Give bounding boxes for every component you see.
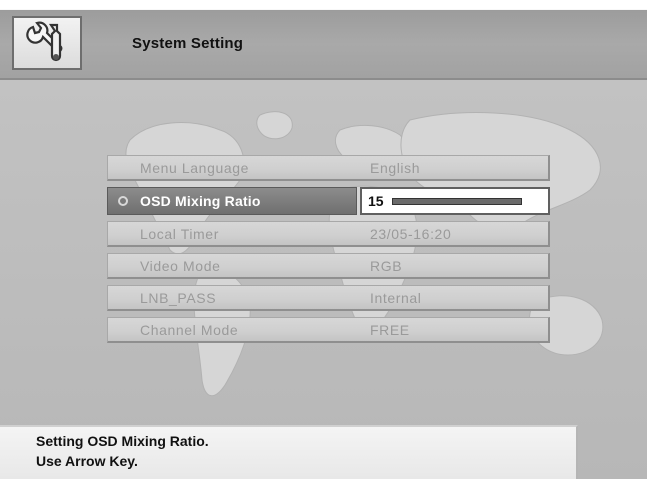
menu-value: Internal bbox=[370, 290, 422, 306]
header: System Setting bbox=[0, 0, 647, 80]
menu-label: Menu Language bbox=[140, 160, 249, 176]
menu-row-menu-language[interactable]: Menu Language English bbox=[107, 155, 550, 181]
header-bar bbox=[0, 10, 647, 80]
osd-ratio-bar-fill bbox=[393, 199, 521, 204]
page-title: System Setting bbox=[132, 35, 244, 52]
menu-value: RGB bbox=[370, 258, 403, 274]
menu-row-video-mode[interactable]: Video Mode RGB bbox=[107, 253, 550, 279]
menu-value: FREE bbox=[370, 322, 410, 338]
menu-row-lnb-pass[interactable]: LNB_PASS Internal bbox=[107, 285, 550, 311]
status-line-1: Setting OSD Mixing Ratio. bbox=[36, 433, 209, 449]
status-help-box: Setting OSD Mixing Ratio. Use Arrow Key. bbox=[0, 425, 578, 479]
menu-row-local-timer[interactable]: Local Timer 23/05-16:20 bbox=[107, 221, 550, 247]
osd-ratio-value: 15 bbox=[368, 193, 384, 209]
selection-bullet-icon bbox=[118, 196, 128, 206]
menu-value: 23/05-16:20 bbox=[370, 226, 452, 242]
menu-label: OSD Mixing Ratio bbox=[140, 193, 261, 209]
wrench-screwdriver-icon bbox=[12, 16, 82, 70]
system-setting-screen: System Setting Menu Language English OSD… bbox=[0, 0, 647, 479]
menu-value: English bbox=[370, 160, 421, 176]
menu-label: LNB_PASS bbox=[140, 290, 217, 306]
menu-row-channel-mode[interactable]: Channel Mode FREE bbox=[107, 317, 550, 343]
menu-label: Video Mode bbox=[140, 258, 221, 274]
osd-ratio-slider[interactable]: 15 bbox=[360, 187, 550, 215]
osd-ratio-bar bbox=[392, 198, 522, 205]
settings-menu: Menu Language English OSD Mixing Ratio 1… bbox=[107, 155, 550, 349]
menu-label: Local Timer bbox=[140, 226, 219, 242]
selected-row-label-box: OSD Mixing Ratio bbox=[107, 187, 357, 215]
status-line-2: Use Arrow Key. bbox=[36, 453, 138, 469]
menu-label: Channel Mode bbox=[140, 322, 239, 338]
menu-row-osd-mixing-ratio[interactable]: OSD Mixing Ratio 15 bbox=[107, 187, 550, 215]
